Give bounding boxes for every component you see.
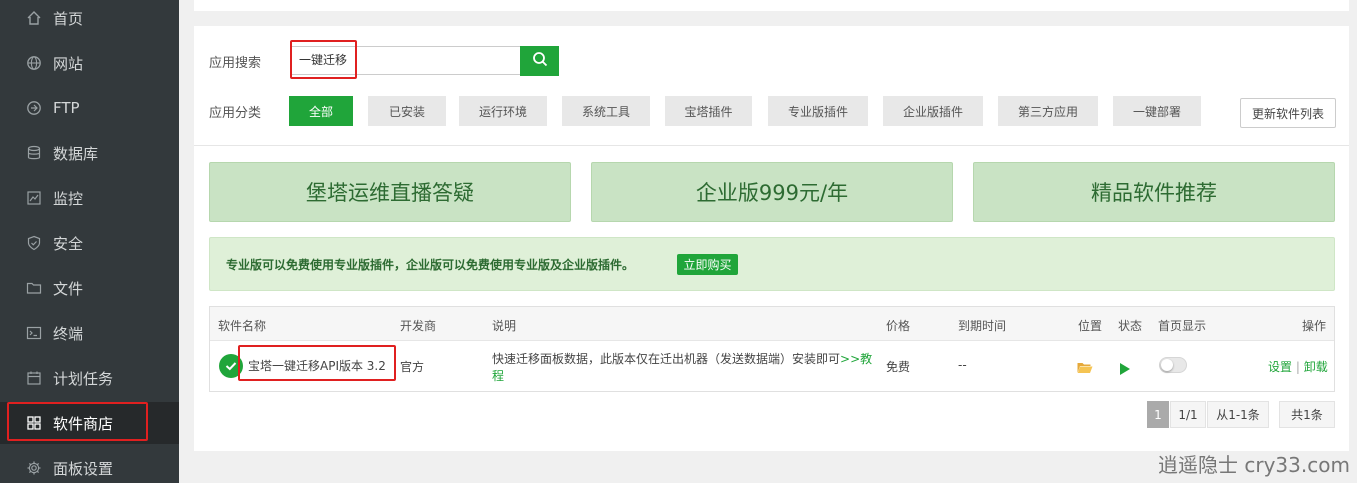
tab-bt-plugins[interactable]: 宝塔插件	[665, 96, 752, 126]
header-location: 位置	[1078, 319, 1103, 333]
divider	[194, 145, 1349, 146]
actions-cell: 设置 | 卸载	[1268, 358, 1328, 375]
watermark: 逍遥隐士 cry33.com	[1158, 453, 1350, 477]
terminal-icon	[25, 324, 43, 342]
tutorial-link[interactable]: >>教	[840, 352, 872, 366]
header-actions: 操作	[1302, 319, 1327, 333]
notice-box: 专业版可以免费使用专业版插件，企业版可以免费使用专业版及企业版插件。 立即购买	[209, 237, 1335, 291]
sidebar-item-files[interactable]: 文件	[0, 267, 179, 309]
category-label: 应用分类	[209, 106, 262, 121]
notice-text: 专业版可以免费使用专业版插件，企业版可以免费使用专业版及企业版插件。	[226, 258, 635, 272]
sidebar-item-ftp[interactable]: FTP	[0, 87, 179, 129]
buy-now-button[interactable]: 立即购买	[677, 254, 738, 275]
software-price: 免费	[886, 360, 911, 374]
sidebar-item-label: 文件	[53, 279, 84, 298]
homepage-toggle[interactable]	[1159, 357, 1187, 373]
refresh-software-list-button[interactable]: 更新软件列表	[1240, 98, 1336, 128]
home-icon	[25, 9, 43, 27]
page-count: 1/1	[1170, 401, 1206, 428]
header-expire: 到期时间	[958, 319, 1007, 333]
sidebar-item-home[interactable]: 首页	[0, 0, 179, 39]
software-expire: --	[958, 358, 967, 372]
action-separator: |	[1295, 360, 1300, 374]
table-header: 软件名称 开发商 说明 价格 到期时间 位置 状态 首页显示 操作	[210, 307, 1334, 341]
shield-icon	[25, 234, 43, 252]
tutorial-link-continued[interactable]: 程	[492, 367, 504, 384]
uninstall-link[interactable]: 卸载	[1304, 360, 1328, 374]
search-icon	[532, 51, 548, 71]
play-icon[interactable]	[1120, 360, 1130, 379]
sidebar-item-terminal[interactable]: 终端	[0, 312, 179, 354]
search-button[interactable]	[520, 46, 559, 76]
sidebar-item-label: 计划任务	[53, 369, 114, 388]
page-current[interactable]: 1	[1147, 401, 1169, 428]
tab-system-tools[interactable]: 系统工具	[562, 96, 650, 126]
sidebar-item-database[interactable]: 数据库	[0, 132, 179, 174]
folder-icon	[25, 279, 43, 297]
top-card	[194, 0, 1349, 11]
gear-icon	[25, 459, 43, 477]
sidebar-item-monitor[interactable]: 监控	[0, 177, 179, 219]
sidebar-item-label: 面板设置	[53, 459, 114, 478]
highlight-box	[7, 402, 148, 441]
banner-enterprise[interactable]: 企业版999元/年	[591, 162, 953, 222]
toggle-knob	[1161, 359, 1173, 371]
tab-pro-plugins[interactable]: 专业版插件	[768, 96, 868, 126]
ftp-icon	[25, 99, 43, 117]
sidebar-item-label: 网站	[53, 54, 84, 73]
page-range: 从1-1条	[1207, 401, 1269, 428]
sidebar-item-cron[interactable]: 计划任务	[0, 357, 179, 399]
settings-link[interactable]: 设置	[1268, 360, 1292, 374]
tab-third-party[interactable]: 第三方应用	[998, 96, 1098, 126]
highlight-box	[290, 40, 357, 79]
tab-all[interactable]: 全部	[289, 96, 353, 126]
header-status: 状态	[1118, 319, 1143, 333]
tab-runtime[interactable]: 运行环境	[459, 96, 547, 126]
header-price: 价格	[886, 319, 911, 333]
sidebar-item-website[interactable]: 网站	[0, 42, 179, 84]
header-homepage: 首页显示	[1158, 319, 1207, 333]
highlight-box	[238, 345, 396, 381]
banner-recommended[interactable]: 精品软件推荐	[973, 162, 1335, 222]
software-description: 快速迁移面板数据，此版本仅在迁出机器（发送数据端）安装即可>>教	[492, 352, 873, 366]
sidebar-item-panel-settings[interactable]: 面板设置	[0, 447, 179, 483]
tab-installed[interactable]: 已安装	[368, 96, 446, 126]
tab-one-click-deploy[interactable]: 一键部署	[1113, 96, 1201, 126]
calendar-icon	[25, 369, 43, 387]
sidebar-item-label: 首页	[53, 9, 84, 28]
sidebar-item-security[interactable]: 安全	[0, 222, 179, 264]
open-folder-icon[interactable]	[1077, 359, 1093, 378]
search-label: 应用搜索	[209, 56, 262, 71]
header-developer: 开发商	[400, 319, 437, 333]
database-icon	[25, 144, 43, 162]
software-developer: 官方	[400, 360, 425, 374]
software-table: 软件名称 开发商 说明 价格 到期时间 位置 状态 首页显示 操作 宝塔一键迁移…	[209, 306, 1335, 392]
sidebar-item-label: 安全	[53, 234, 84, 253]
header-description: 说明	[492, 319, 517, 333]
sidebar: 首页 网站 FTP 数据库 监控 安全 文件 终端 计划任务 软件商店 面板设置	[0, 0, 179, 483]
header-name: 软件名称	[218, 319, 267, 333]
page-total: 共1条	[1279, 401, 1335, 428]
sidebar-item-label: FTP	[53, 99, 80, 117]
sidebar-item-label: 终端	[53, 324, 84, 343]
sidebar-item-label: 监控	[53, 189, 84, 208]
tab-enterprise-plugins[interactable]: 企业版插件	[883, 96, 983, 126]
globe-icon	[25, 54, 43, 72]
monitor-icon	[25, 189, 43, 207]
main-card: 应用搜索 一键迁移 应用分类 全部 已安装 运行环境 系统工具 宝塔插件 专业版…	[194, 26, 1349, 451]
banner-live-qa[interactable]: 堡塔运维直播答疑	[209, 162, 571, 222]
sidebar-item-label: 数据库	[53, 144, 99, 163]
